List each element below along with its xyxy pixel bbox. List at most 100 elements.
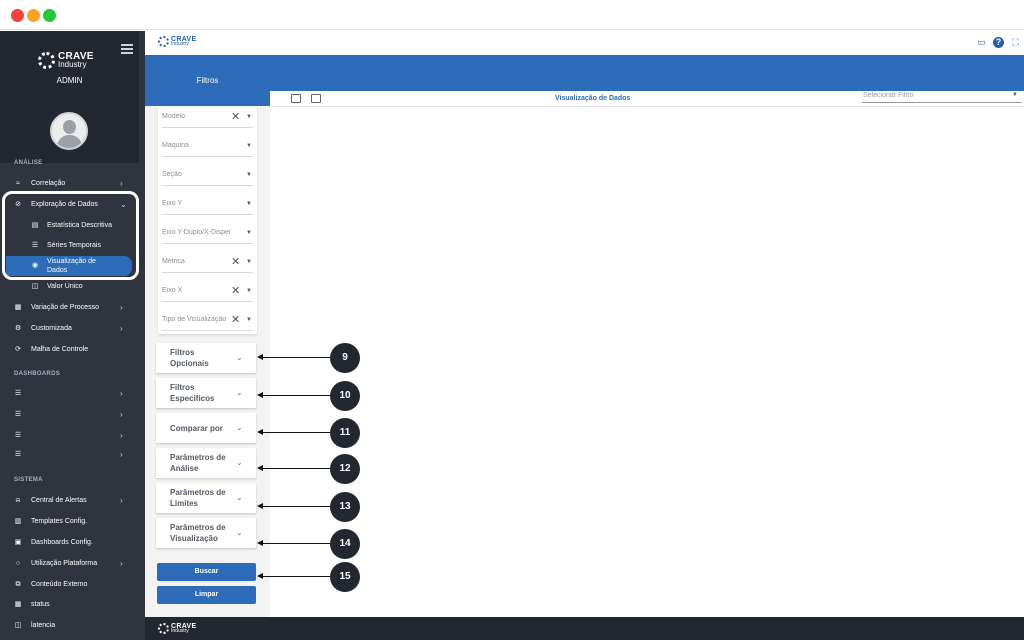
callout-badge: 14: [330, 529, 360, 559]
chevron-right-icon: ›: [120, 496, 123, 505]
accordion-parametros-analise[interactable]: Parâmetros de Análise ⌄: [156, 448, 256, 478]
sidebar-item-customizada[interactable]: ⚙ Customizada ›: [0, 321, 139, 337]
hamburger-menu-icon[interactable]: [121, 44, 133, 54]
image-icon[interactable]: [311, 94, 321, 103]
dropdown-icon: ▼: [246, 172, 252, 178]
sidebar-item-malha[interactable]: ⟳ Malha de Controle: [0, 342, 139, 358]
secao-select[interactable]: Seção ▼: [162, 168, 253, 186]
buscar-button[interactable]: Buscar: [157, 563, 256, 581]
maquina-select[interactable]: Máquina ▼: [162, 139, 253, 157]
correlation-icon: ≈: [16, 180, 20, 187]
chevron-down-icon: ⌄: [236, 528, 243, 537]
eixo-y-duplo-select[interactable]: Eixo Y-Duplo/X-Dispersão ▼: [162, 226, 253, 244]
callout-badge: 15: [330, 562, 360, 592]
top-bar: CRAVE Industry ▭ ? ⛶: [145, 31, 1024, 55]
sidebar-item-dashboard-2[interactable]: ☰ ›: [0, 407, 139, 423]
highlight-frame: [2, 191, 139, 280]
sidebar-item-latencia[interactable]: ◫ latencia: [0, 618, 139, 634]
chevron-right-icon: ›: [120, 324, 123, 333]
dashboard-icon: ▣: [14, 539, 22, 546]
chevron-right-icon: ›: [120, 450, 123, 459]
limpar-button[interactable]: Limpar: [157, 586, 256, 604]
section-title-analise: ANÁLISE: [14, 160, 43, 166]
chart-icon: ▦: [14, 304, 22, 311]
accordion-filtros-especificos[interactable]: Filtros Especificos ⌄: [156, 378, 256, 408]
chevron-right-icon: ›: [120, 431, 123, 440]
control-loop-icon: ⟳: [15, 346, 21, 353]
window-titlebar: [0, 0, 1024, 30]
grid-icon: ▦: [14, 601, 22, 608]
callout-arrow: [257, 429, 330, 435]
help-icon[interactable]: ?: [993, 37, 1004, 48]
external-icon: ⧉: [15, 581, 21, 588]
callout-badge: 11: [330, 418, 360, 448]
callout-arrow: [257, 503, 330, 509]
clear-icon[interactable]: ✕: [231, 313, 240, 326]
sidebar-item-valor-unico[interactable]: ◫ Valor Único: [0, 279, 139, 295]
user-role: ADMIN: [56, 76, 83, 85]
crave-logo-icon: [158, 623, 169, 634]
dropdown-icon: ▼: [246, 230, 252, 236]
chevron-right-icon: ›: [120, 389, 123, 398]
callout-arrow: [257, 465, 330, 471]
sidebar-item-variacao[interactable]: ▦ Variação de Processo ›: [0, 300, 139, 316]
gear-icon: ⚙: [14, 325, 22, 332]
callout-badge: 13: [330, 492, 360, 522]
callout-badge: 12: [330, 454, 360, 484]
clear-icon[interactable]: ✕: [231, 110, 240, 123]
maximize-window-button[interactable]: [43, 9, 56, 22]
accordion-parametros-limites[interactable]: Parâmetros de Limites ⌄: [156, 483, 256, 513]
footer-bar: CRAVE Industry: [145, 617, 1024, 640]
modelo-select[interactable]: Modelo ✕ ▼: [162, 110, 253, 128]
minimize-window-button[interactable]: [27, 9, 40, 22]
sidebar-item-dashboard-4[interactable]: ☰ ›: [0, 447, 139, 463]
page-title: Visualização de Dados: [555, 95, 631, 102]
chevron-down-icon: ⌄: [236, 423, 243, 432]
sidebar-item-correlacao[interactable]: ≈ Correlação ›: [0, 176, 139, 192]
avatar[interactable]: [50, 112, 88, 150]
close-window-button[interactable]: [11, 9, 24, 22]
sidebar-item-alertas[interactable]: ⍾ Central de Alertas ›: [0, 493, 139, 509]
chevron-right-icon: ›: [120, 179, 123, 188]
chat-icon[interactable]: ▭: [976, 37, 987, 48]
tipo-visualizacao-select[interactable]: Tipo de Visualização ✕ ▼: [162, 313, 253, 331]
accordion-comparar-por[interactable]: Comparar por ⌄: [156, 413, 256, 443]
accordion-filtros-opcionais[interactable]: Filtros Opcionais ⌄: [156, 343, 256, 373]
section-title-dashboards: DASHBOARDS: [14, 371, 61, 377]
fullscreen-icon[interactable]: ⛶: [1010, 37, 1021, 48]
accordion-parametros-visualizacao[interactable]: Parâmetros de Visualização ⌄: [156, 518, 256, 548]
brand-subtitle: Industry: [58, 59, 87, 69]
copy-icon[interactable]: [291, 94, 301, 103]
filters-title: Filtros: [145, 55, 270, 106]
filters-panel: Filtros Modelo ✕ ▼ Máquina ▼ Seção ▼ Eix…: [145, 55, 270, 617]
single-value-icon: ◫: [31, 283, 39, 290]
clear-icon[interactable]: ✕: [231, 255, 240, 268]
chevron-down-icon: ⌄: [236, 388, 243, 397]
filter-select[interactable]: Selecionar Filtro ▼: [862, 91, 1022, 103]
sidebar: CRAVE Industry ADMIN ANÁLISE ≈ Correlaçã…: [0, 31, 145, 640]
crave-logo-small[interactable]: CRAVE Industry: [158, 36, 196, 47]
eixo-x-select[interactable]: Eixo X ✕ ▼: [162, 284, 253, 302]
chevron-down-icon: ⌄: [236, 353, 243, 362]
bell-icon: ⍾: [15, 497, 21, 504]
sidebar-item-conteudo[interactable]: ⧉ Conteúdo Externo: [0, 577, 139, 593]
sidebar-item-dashboard-3[interactable]: ☰ ›: [0, 428, 139, 444]
crave-logo-footer: CRAVE Industry: [158, 623, 196, 634]
chevron-down-icon: ⌄: [236, 458, 243, 467]
list-icon: ☰: [14, 451, 22, 458]
template-icon: ▥: [14, 518, 22, 525]
crave-logo-icon: [38, 51, 55, 69]
content-header-bar: [270, 55, 1024, 91]
sidebar-item-utilizacao[interactable]: ○ Utilização Plataforma ›: [0, 556, 139, 572]
sidebar-item-templates[interactable]: ▥ Templates Config.: [0, 514, 139, 530]
sidebar-item-dashboards-config[interactable]: ▣ Dashboards Config.: [0, 535, 139, 551]
metrica-select[interactable]: Métrica ✕ ▼: [162, 255, 253, 273]
dropdown-icon: ▼: [246, 288, 252, 294]
usage-icon: ○: [15, 560, 21, 567]
dropdown-icon: ▼: [246, 317, 252, 323]
eixo-y-select[interactable]: Eixo Y ▼: [162, 197, 253, 215]
sidebar-item-dashboard-1[interactable]: ☰ ›: [0, 386, 139, 402]
clear-icon[interactable]: ✕: [231, 284, 240, 297]
sidebar-item-status[interactable]: ▦ status: [0, 597, 139, 613]
callout-badge: 9: [330, 343, 360, 373]
